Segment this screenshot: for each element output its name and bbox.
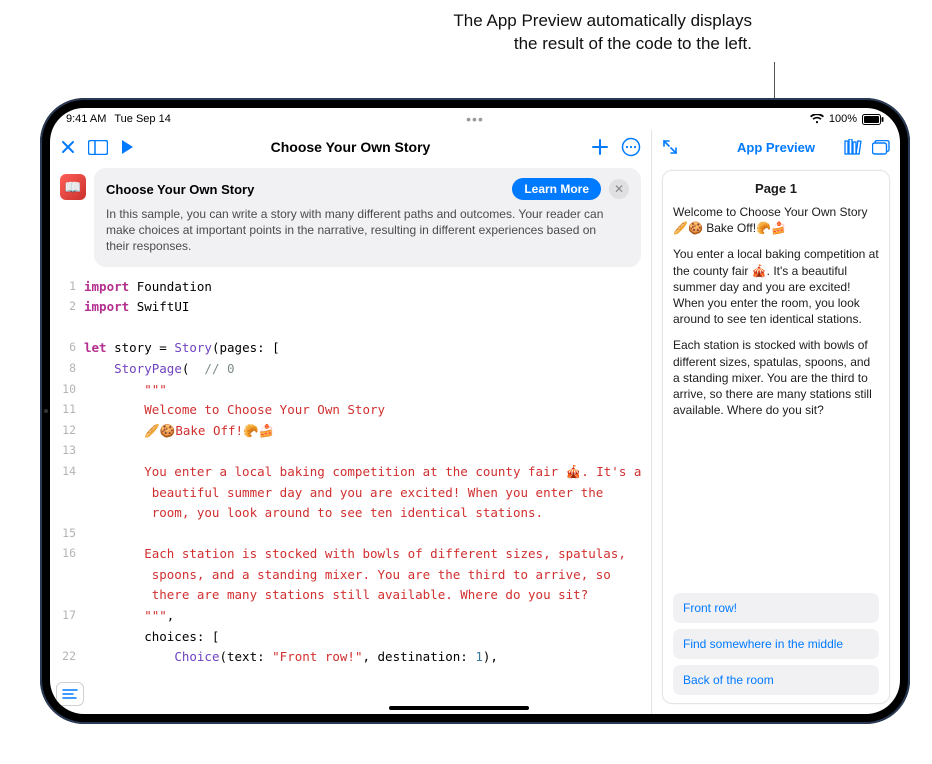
annotation-line2: the result of the code to the left.: [453, 33, 752, 56]
line-number: 6: [50, 338, 76, 359]
battery-percent: 100%: [829, 113, 857, 125]
line-number: [50, 503, 76, 524]
code-line[interactable]: [84, 524, 651, 545]
line-number: [50, 565, 76, 586]
banner-description: In this sample, you can write a story wi…: [106, 206, 629, 255]
preview-column: App Preview Page 1 Welcome to Choose You…: [652, 130, 900, 714]
line-number: 1: [50, 277, 76, 298]
line-number: [50, 483, 76, 504]
code-line[interactable]: [84, 441, 651, 462]
more-icon[interactable]: [621, 137, 641, 157]
code-line[interactable]: import SwiftUI: [84, 297, 651, 318]
preview-paragraph: You enter a local baking competition at …: [673, 246, 879, 327]
annotation-line1: The App Preview automatically displays: [453, 10, 752, 33]
choice-button[interactable]: Find somewhere in the middle: [673, 629, 879, 659]
preview-paragraph: Each station is stocked with bowls of di…: [673, 337, 879, 418]
learn-more-button[interactable]: Learn More: [512, 178, 601, 200]
code-source[interactable]: import Foundationimport SwiftUI let story…: [84, 273, 651, 714]
code-editor[interactable]: 1268101112131415161722 import Foundation…: [50, 273, 651, 714]
status-time: 9:41 AM: [66, 113, 106, 125]
line-number: [50, 627, 76, 648]
editor-column: Choose Your Own Story 📖 Choose Your Own …: [50, 130, 652, 714]
code-line[interactable]: You enter a local baking competition at …: [84, 462, 651, 483]
code-line[interactable]: let story = Story(pages: [: [84, 338, 651, 359]
line-gutter: 1268101112131415161722: [50, 273, 84, 714]
close-icon[interactable]: [60, 139, 76, 155]
choice-list: Front row! Find somewhere in the middle Ba…: [673, 593, 879, 695]
line-number: 8: [50, 359, 76, 380]
status-date: Tue Sep 14: [114, 113, 170, 125]
line-number: 12: [50, 421, 76, 442]
line-number: [50, 585, 76, 606]
code-line[interactable]: there are many stations still available.…: [84, 585, 651, 606]
line-number: 16: [50, 544, 76, 565]
code-line[interactable]: room, you look around to see ten identic…: [84, 503, 651, 524]
line-number: 10: [50, 380, 76, 401]
windows-icon[interactable]: [872, 139, 890, 155]
screen: 9:41 AM Tue Sep 14 ••• 100%: [50, 108, 900, 714]
editor-toolbar: Choose Your Own Story: [50, 130, 651, 164]
sidebar-icon[interactable]: [88, 140, 108, 155]
choice-button[interactable]: Front row!: [673, 593, 879, 623]
line-number: 22: [50, 647, 76, 668]
line-number: 11: [50, 400, 76, 421]
line-number: 15: [50, 524, 76, 545]
wifi-icon: [810, 114, 824, 124]
code-line[interactable]: """: [84, 380, 651, 401]
code-line[interactable]: """,: [84, 606, 651, 627]
preview-toolbar: App Preview: [652, 130, 900, 164]
code-line[interactable]: Choice(text: "Front row!", destination: …: [84, 647, 651, 668]
line-number: 17: [50, 606, 76, 627]
expand-icon[interactable]: [662, 139, 678, 155]
preview-paragraph: Welcome to Choose Your Own Story 🥖🍪 Bake…: [673, 204, 879, 236]
line-number: 13: [50, 441, 76, 462]
annotation-text: The App Preview automatically displays t…: [453, 10, 752, 56]
code-line[interactable]: choices: [: [84, 627, 651, 648]
multitask-dots-icon[interactable]: •••: [466, 111, 484, 127]
code-line[interactable]: StoryPage( // 0: [84, 359, 651, 380]
choice-button[interactable]: Back of the room: [673, 665, 879, 695]
preview-text: Welcome to Choose Your Own Story 🥖🍪 Bake…: [673, 204, 879, 428]
code-line[interactable]: spoons, and a standing mixer. You are th…: [84, 565, 651, 586]
code-line[interactable]: import Foundation: [84, 277, 651, 298]
ipad-frame: 9:41 AM Tue Sep 14 ••• 100%: [40, 98, 910, 724]
code-line[interactable]: 🥖🍪Bake Off!🥐🍰: [84, 421, 651, 442]
preview-card: Page 1 Welcome to Choose Your Own Story …: [662, 170, 890, 704]
main-content: Choose Your Own Story 📖 Choose Your Own …: [50, 130, 900, 714]
line-number: [50, 318, 76, 339]
preview-page-title: Page 1: [673, 181, 879, 196]
code-line[interactable]: [84, 318, 651, 339]
add-icon[interactable]: [591, 138, 609, 156]
code-line[interactable]: Each station is stocked with bowls of di…: [84, 544, 651, 565]
banner-title: Choose Your Own Story: [106, 182, 254, 197]
code-line[interactable]: Welcome to Choose Your Own Story: [84, 400, 651, 421]
banner-close-icon[interactable]: ✕: [609, 179, 629, 199]
play-icon[interactable]: [120, 139, 134, 155]
preview-body: Page 1 Welcome to Choose Your Own Story …: [652, 164, 900, 714]
code-line[interactable]: beautiful summer day and you are excited…: [84, 483, 651, 504]
document-title: Choose Your Own Story: [50, 139, 651, 155]
library-icon[interactable]: [844, 139, 862, 155]
battery-icon: [862, 114, 884, 125]
app-icon: 📖: [60, 174, 86, 200]
line-number: 2: [50, 297, 76, 318]
status-bar: 9:41 AM Tue Sep 14 ••• 100%: [50, 108, 900, 130]
home-indicator[interactable]: [389, 706, 529, 710]
info-banner: 📖 Choose Your Own Story Learn More ✕ In …: [94, 168, 641, 267]
format-button[interactable]: [56, 682, 84, 706]
line-number: 14: [50, 462, 76, 483]
